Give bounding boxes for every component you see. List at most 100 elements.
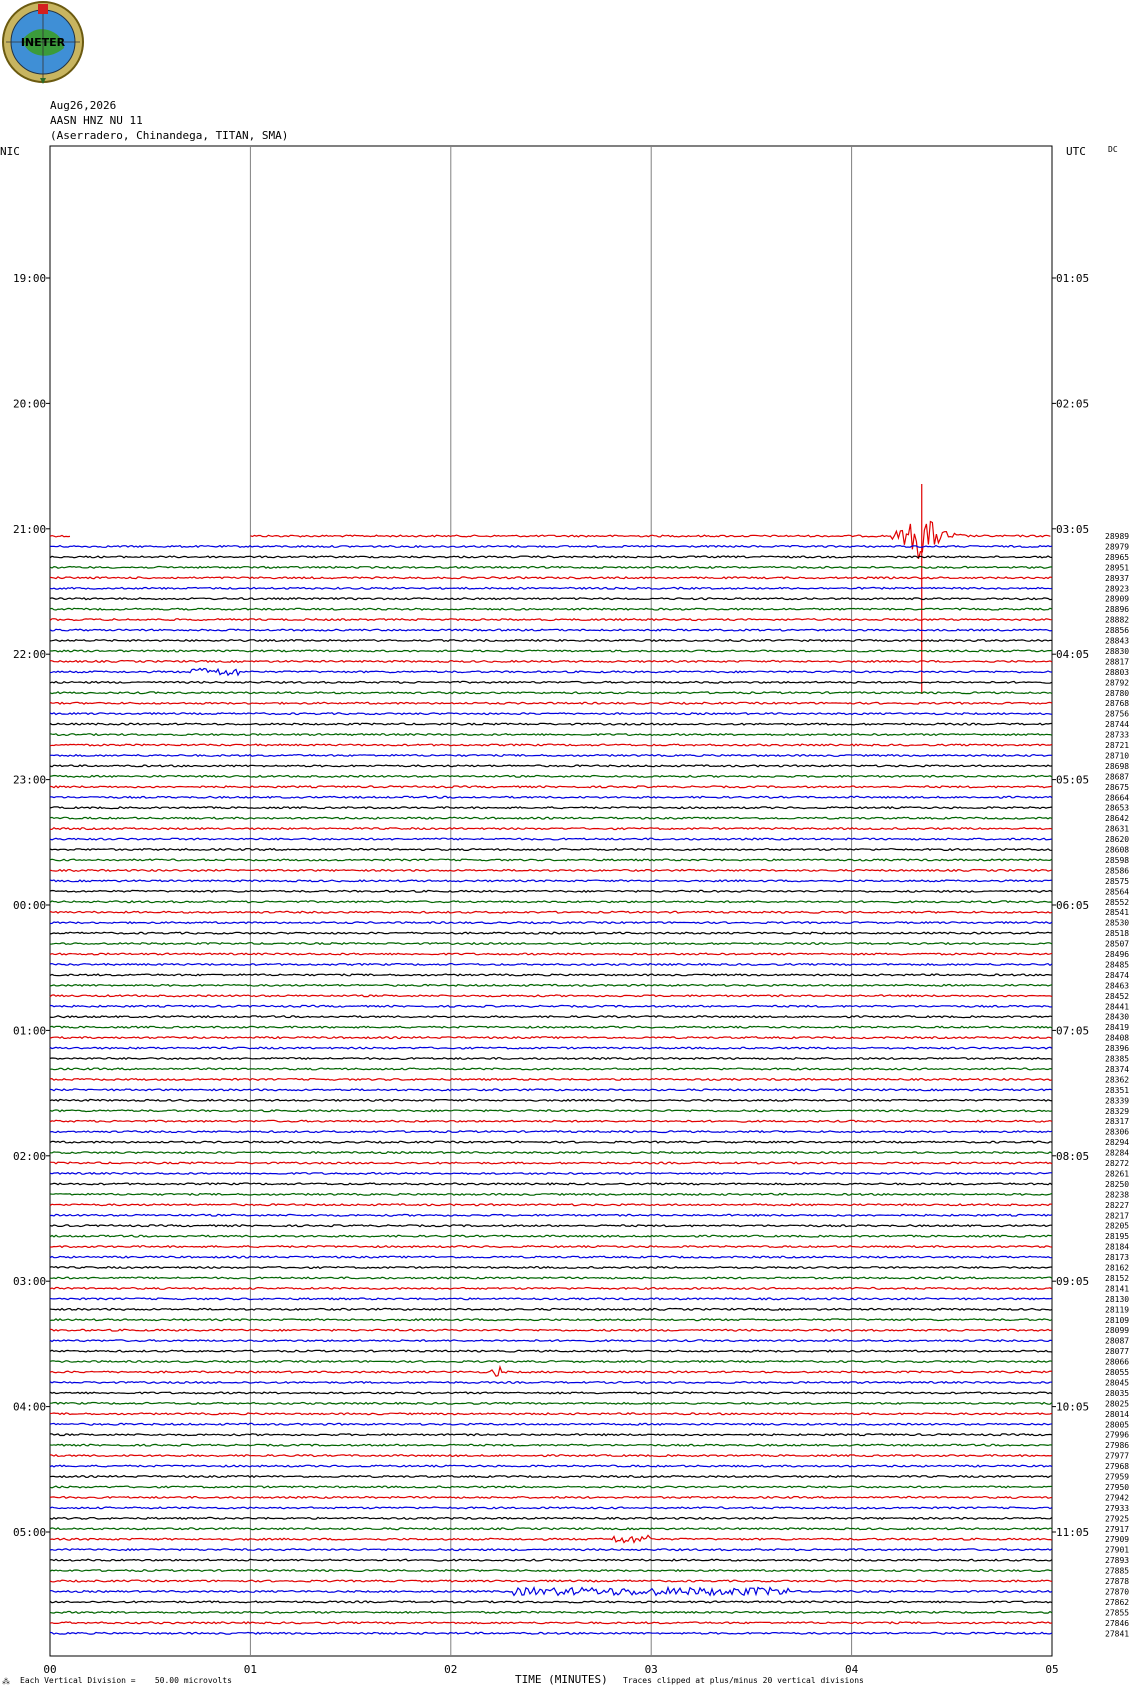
trace-line xyxy=(49,1349,1053,1353)
trace-label: 28217 xyxy=(1105,1211,1129,1220)
trace-line xyxy=(49,1506,1053,1510)
trace-label: 28430 xyxy=(1105,1013,1129,1022)
trace-label: 28803 xyxy=(1105,668,1129,677)
trace-label: 28687 xyxy=(1105,772,1129,781)
trace-line xyxy=(49,1098,1053,1102)
right-hour-label: 07:05 xyxy=(1056,1024,1089,1037)
trace-line xyxy=(49,1192,1053,1196)
trace-label: 28205 xyxy=(1105,1222,1129,1231)
trace-line xyxy=(49,941,1053,946)
trace-line xyxy=(49,1495,1053,1500)
trace-label: 28317 xyxy=(1105,1117,1129,1126)
trace-label: 28951 xyxy=(1105,563,1129,572)
trace-line xyxy=(49,680,1053,684)
left-hour-label: 23:00 xyxy=(13,774,46,787)
trace-line xyxy=(49,994,1053,998)
trace-label: 28989 xyxy=(1105,532,1129,541)
left-hour-label: 05:00 xyxy=(13,1526,46,1539)
trace-line xyxy=(49,732,1053,737)
trace-label: 28642 xyxy=(1105,814,1129,823)
trace-label: 28552 xyxy=(1105,898,1129,907)
trace-line xyxy=(49,1548,1053,1552)
trace-label: 28109 xyxy=(1105,1316,1129,1325)
trace-line xyxy=(49,1453,1053,1458)
trace-label: 28496 xyxy=(1105,950,1129,959)
trace-line xyxy=(49,1276,1053,1280)
trace-label: 27977 xyxy=(1105,1452,1129,1461)
trace-line xyxy=(49,743,1053,747)
trace-label: 28045 xyxy=(1105,1378,1129,1387)
trace-label: 28598 xyxy=(1105,856,1129,865)
trace-label: 28780 xyxy=(1105,689,1129,698)
trace-line xyxy=(49,565,1053,569)
trace-label: 27968 xyxy=(1105,1462,1129,1471)
trace-line xyxy=(49,586,1053,590)
trace-line xyxy=(49,847,1052,852)
trace-line xyxy=(49,1140,1053,1144)
trace-label: 28152 xyxy=(1105,1274,1129,1283)
trace-label: 28227 xyxy=(1105,1201,1129,1210)
trace-label: 27855 xyxy=(1105,1608,1129,1617)
trace-label: 28362 xyxy=(1105,1075,1129,1084)
trace-label: 28856 xyxy=(1105,626,1129,635)
trace-line xyxy=(49,701,1053,705)
trace-label: 27870 xyxy=(1105,1587,1129,1596)
trace-line xyxy=(49,1364,1053,1377)
trace-label: 28756 xyxy=(1105,710,1129,719)
trace-label: 28830 xyxy=(1105,647,1129,656)
trace-line xyxy=(49,659,1053,664)
trace-label: 28261 xyxy=(1105,1169,1129,1178)
trace-line xyxy=(49,1234,1052,1238)
trace-label: 28664 xyxy=(1105,793,1129,802)
trace-line xyxy=(49,774,1053,778)
trace-line xyxy=(49,973,1052,977)
trace-line xyxy=(49,1516,1053,1520)
trace-line xyxy=(49,1015,1053,1019)
trace-line xyxy=(49,1579,1053,1583)
trace-label: 27862 xyxy=(1105,1598,1129,1607)
trace-line xyxy=(49,806,1053,810)
trace-line xyxy=(49,1412,1053,1416)
right-hour-label: 10:05 xyxy=(1056,1401,1089,1414)
trace-label: 28408 xyxy=(1105,1034,1129,1043)
left-hour-label: 01:00 xyxy=(13,1024,46,1037)
trace-label: 28087 xyxy=(1105,1337,1129,1346)
trace-label: 28923 xyxy=(1105,584,1129,593)
trace-label: 27950 xyxy=(1105,1483,1129,1492)
trace-line xyxy=(49,649,1053,653)
trace-line xyxy=(49,1056,1053,1061)
trace-label: 28979 xyxy=(1105,542,1129,551)
right-hour-label: 04:05 xyxy=(1056,648,1089,661)
trace-label: 28329 xyxy=(1105,1107,1129,1116)
x-tick-label: 05 xyxy=(1045,1663,1058,1676)
trace-label: 28130 xyxy=(1105,1295,1129,1304)
trace-line xyxy=(49,1224,1052,1228)
x-tick-label: 04 xyxy=(845,1663,859,1676)
trace-line xyxy=(49,1161,1053,1165)
trace-label: 27885 xyxy=(1105,1567,1129,1576)
trace-line xyxy=(49,1035,1053,1040)
trace-line xyxy=(49,667,1053,677)
trace-line xyxy=(49,889,1053,893)
trace-label: 28882 xyxy=(1105,616,1129,625)
trace-label: 27909 xyxy=(1105,1535,1129,1544)
trace-label: 27942 xyxy=(1105,1493,1129,1502)
helicorder-plot: 00 01 02 03 04 05 19:00 20:00 21:00 22:00 23:00 00:… xyxy=(13,145,1129,1676)
left-hour-label: 19:00 xyxy=(13,272,46,285)
right-hour-label: 09:05 xyxy=(1056,1275,1089,1288)
trace-label: 28463 xyxy=(1105,981,1129,990)
right-hour-label: 05:05 xyxy=(1056,774,1089,787)
trace-line xyxy=(49,1130,1053,1134)
trace-line xyxy=(49,1213,1053,1217)
trace-label: 28441 xyxy=(1105,1002,1129,1011)
trace-line xyxy=(49,520,1051,560)
trace-label: 27878 xyxy=(1105,1577,1129,1586)
trace-line xyxy=(49,1046,1053,1050)
trace-line xyxy=(49,1265,1053,1270)
trace-label: 28586 xyxy=(1105,866,1129,875)
left-hour-label: 02:00 xyxy=(13,1150,46,1163)
trace-label: 28768 xyxy=(1105,699,1129,708)
left-hour-label: 22:00 xyxy=(13,648,46,661)
trace-label: 28055 xyxy=(1105,1368,1129,1377)
trace-line xyxy=(49,1380,1053,1385)
